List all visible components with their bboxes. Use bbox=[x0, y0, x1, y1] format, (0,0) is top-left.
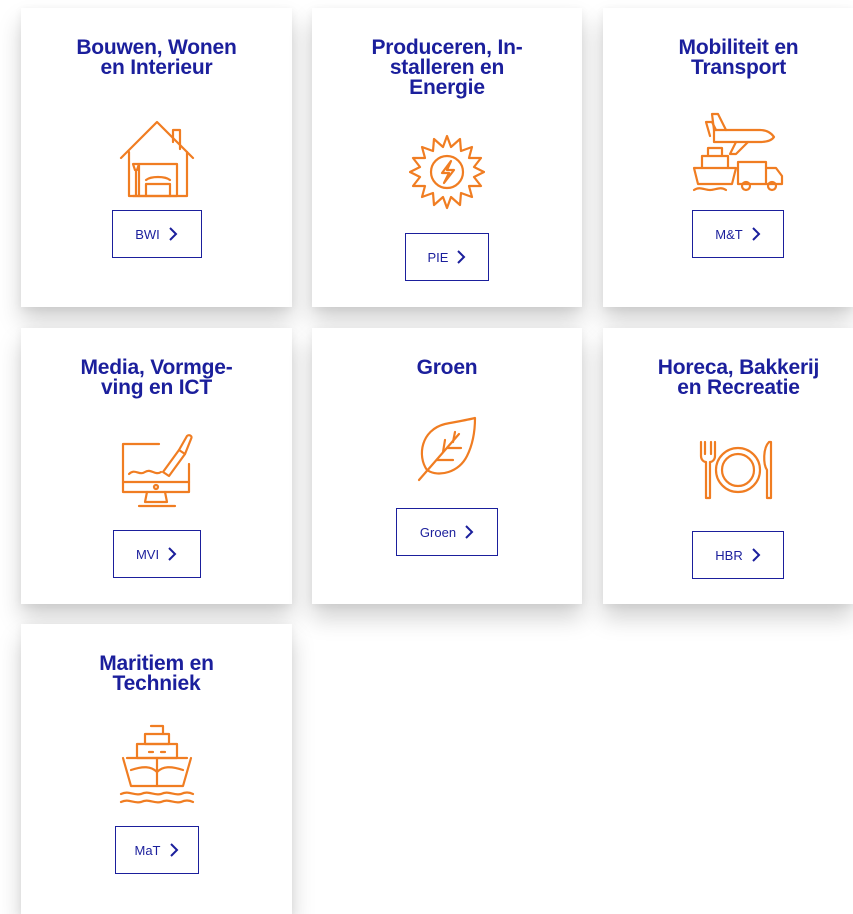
mt-button[interactable]: M&T bbox=[692, 210, 784, 258]
card-title: Bouwen, Wonen en Interieur bbox=[21, 36, 292, 79]
button-label: M&T bbox=[715, 226, 743, 242]
card-title: Media, Vormge- ving en ICT bbox=[21, 356, 292, 399]
chevron-right-icon bbox=[465, 525, 474, 539]
card-title-line: Horeca, Bakkerij bbox=[657, 356, 820, 379]
chevron-right-icon bbox=[168, 547, 177, 561]
card-title: Horeca, Bakkerij en Recreatie bbox=[603, 356, 853, 399]
sun-energy-icon bbox=[409, 134, 485, 210]
chevron-right-icon bbox=[752, 227, 761, 241]
transport-icon bbox=[692, 112, 784, 192]
card-title-line: Maritiem en bbox=[99, 652, 214, 675]
card-title-line: en Recreatie bbox=[677, 376, 800, 399]
button-label: MaT bbox=[134, 842, 161, 858]
bwi-button[interactable]: BWI bbox=[111, 210, 202, 258]
mvi-button[interactable]: MVI bbox=[112, 530, 201, 578]
chevron-right-icon bbox=[457, 250, 466, 264]
card-title-line: Groen bbox=[416, 356, 478, 379]
card-title: Maritiem en Techniek bbox=[21, 652, 292, 695]
card-title-line: Mobiliteit en bbox=[678, 36, 799, 59]
category-grid: Bouwen, Wonen en Interieur BWI Producere… bbox=[0, 0, 853, 914]
ship-icon bbox=[119, 724, 194, 804]
computer-paint-icon bbox=[121, 434, 193, 508]
category-card-bwi: Bouwen, Wonen en Interieur BWI bbox=[21, 8, 292, 307]
card-title-line: Energie bbox=[409, 76, 485, 99]
chevron-right-icon bbox=[752, 548, 761, 562]
button-label: BWI bbox=[135, 226, 160, 242]
groen-button[interactable]: Groen bbox=[396, 508, 498, 556]
card-title-line: ving en ICT bbox=[101, 376, 212, 399]
mat-button[interactable]: MaT bbox=[114, 826, 199, 874]
card-title-line: Techniek bbox=[112, 672, 201, 695]
category-card-groen: Groen Groen bbox=[312, 328, 582, 604]
card-title: Mobiliteit en Transport bbox=[603, 36, 853, 79]
category-card-mvi: Media, Vormge- ving en ICT MVI bbox=[21, 328, 292, 604]
category-card-pie: Produceren, In- stalleren en Energie PIE bbox=[312, 8, 582, 307]
button-label: MVI bbox=[135, 546, 160, 562]
card-title-line: en Interieur bbox=[100, 56, 213, 79]
category-card-hbr: Horeca, Bakkerij en Recreatie HBR bbox=[603, 328, 853, 604]
card-title: Groen bbox=[312, 356, 582, 379]
plate-cutlery-icon bbox=[699, 440, 773, 500]
leaf-icon bbox=[417, 416, 477, 482]
card-title-line: Media, Vormge- bbox=[80, 356, 233, 379]
button-label: HBR bbox=[715, 547, 743, 563]
house-icon bbox=[119, 120, 194, 198]
card-title: Produceren, In- stalleren en Energie bbox=[312, 36, 582, 99]
button-label: PIE bbox=[427, 249, 449, 265]
hbr-button[interactable]: HBR bbox=[692, 531, 784, 579]
card-title-line: stalleren en bbox=[389, 56, 505, 79]
category-card-mat: Maritiem en Techniek MaT bbox=[21, 624, 292, 914]
chevron-right-icon bbox=[169, 843, 178, 857]
chevron-right-icon bbox=[169, 227, 178, 241]
pie-button[interactable]: PIE bbox=[405, 233, 489, 281]
category-card-mt: Mobiliteit en Transport M&T bbox=[603, 8, 853, 307]
card-title-line: Produceren, In- bbox=[371, 36, 523, 59]
button-label: Groen bbox=[419, 524, 457, 540]
card-title-line: Transport bbox=[690, 56, 787, 79]
card-title-line: Bouwen, Wonen bbox=[76, 36, 237, 59]
